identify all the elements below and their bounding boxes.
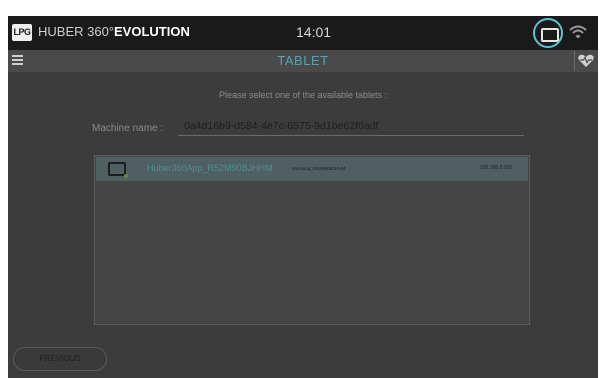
lpg-logo: LPG: [12, 24, 32, 41]
brand-prefix: HUBER 360°: [38, 24, 115, 39]
previous-button[interactable]: PREVIOUS: [13, 347, 107, 371]
tablet-button[interactable]: [533, 18, 563, 48]
select-prompt: Please select one of the available table…: [218, 90, 388, 100]
tablet-model: samsung_R52M90BJHHM: [292, 166, 346, 171]
brand-title: HUBER 360°EVOLUTION: [38, 24, 190, 39]
brand-suffix: EVOLUTION: [114, 24, 190, 39]
heart-icon: [578, 54, 594, 67]
main-panel: Please select one of the available table…: [8, 72, 598, 378]
app-frame: LPG HUBER 360°EVOLUTION 14:01 TABLET Ple…: [8, 16, 598, 378]
clock: 14:01: [296, 24, 332, 40]
title-bar: TABLET: [8, 50, 598, 72]
tablet-ip: 192.168.2.192: [480, 165, 512, 171]
page-title: TABLET: [277, 53, 329, 68]
machine-name-label: Machine name :: [92, 123, 164, 134]
tablet-name: Huber360App_R52M90BJHHM: [147, 163, 273, 173]
tablet-icon: [541, 28, 559, 42]
heart-button[interactable]: [574, 51, 597, 71]
status-dot-icon: [124, 174, 128, 178]
wifi-icon: [569, 25, 587, 44]
tablet-list-item[interactable]: Huber360App_R52M90BJHHM samsung_R52M90BJ…: [96, 157, 528, 181]
tablet-icon: [108, 162, 126, 176]
machine-name-field[interactable]: 0a4d16b9-d584-4e7c-8575-9d1be62f0adf: [178, 120, 524, 136]
tablet-list[interactable]: Huber360App_R52M90BJHHM samsung_R52M90BJ…: [94, 155, 530, 325]
top-bar: LPG HUBER 360°EVOLUTION 14:01: [8, 16, 598, 50]
